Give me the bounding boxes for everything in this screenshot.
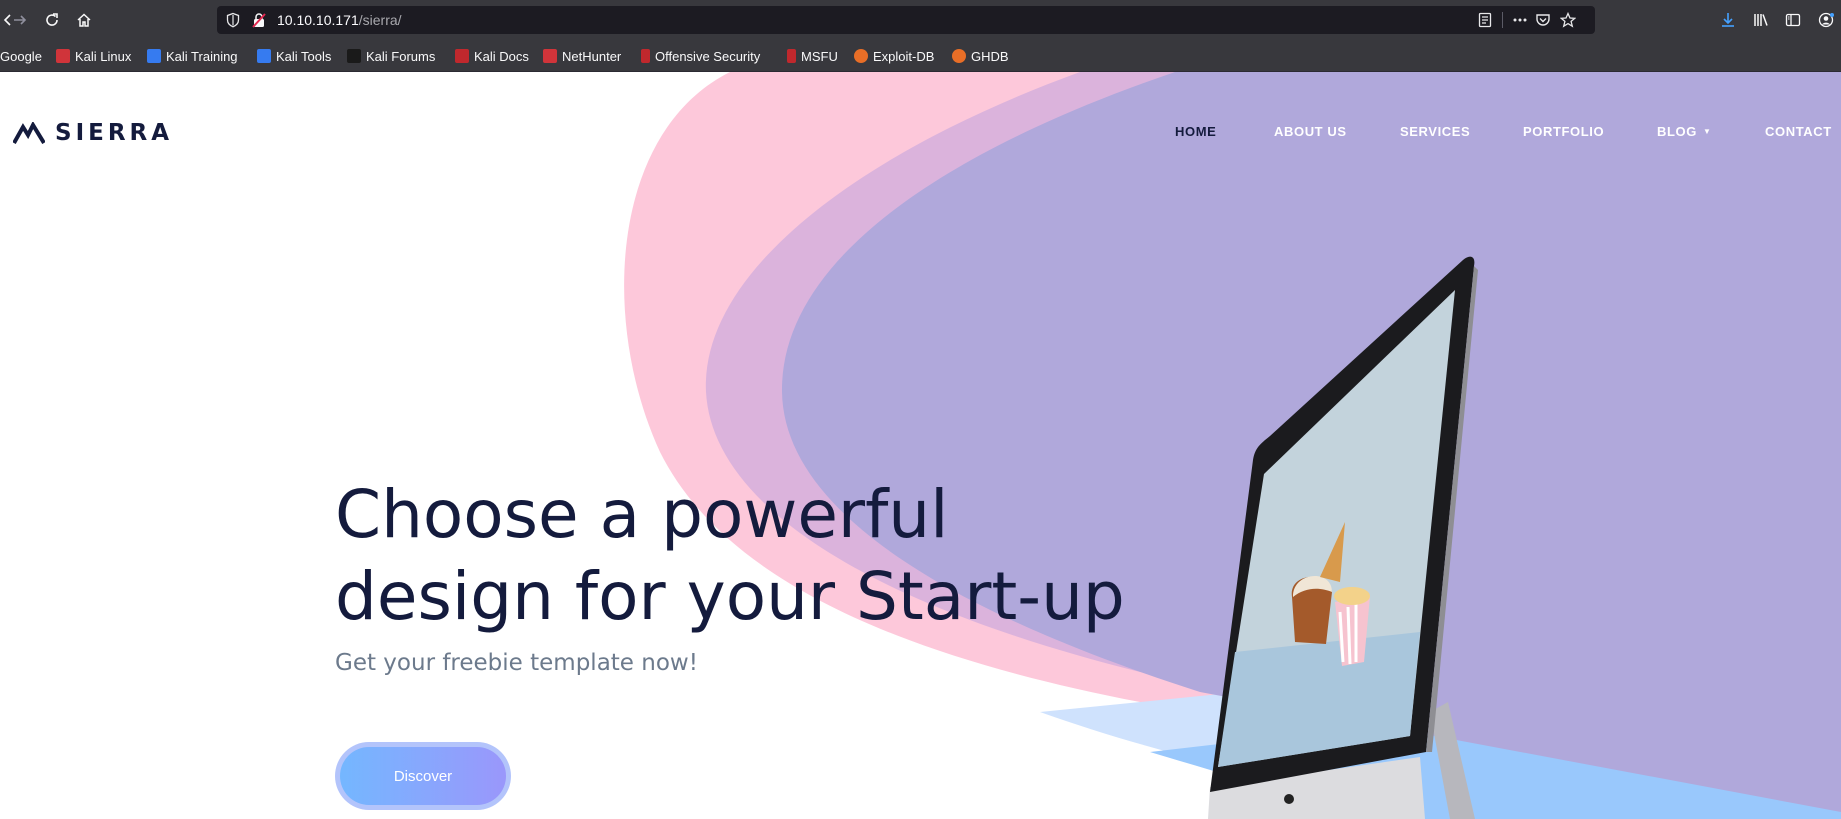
- bookmark-label: NetHunter: [562, 48, 622, 64]
- bookmark-ghdb[interactable]: GHDB: [952, 47, 1009, 65]
- caret-down-icon: ▼: [1702, 127, 1712, 136]
- bookmark-msfu[interactable]: MSFU: [787, 47, 838, 65]
- sidebar-icon[interactable]: [1785, 12, 1801, 28]
- bookmark-label: Google: [0, 48, 42, 64]
- url-text[interactable]: 10.10.10.171/sierra/: [277, 12, 402, 28]
- kali-tools-favicon-icon: [257, 49, 271, 63]
- bookmark-label: GHDB: [971, 48, 1009, 64]
- hero-background-waves: [624, 72, 1841, 819]
- bookmark-google[interactable]: Google: [0, 47, 42, 65]
- nav-portfolio[interactable]: PORTFOLIO: [1523, 124, 1604, 139]
- bookmarks-toolbar: Google Kali Linux Kali Training Kali Too…: [0, 40, 1841, 72]
- nav-blog-label: BLOG: [1657, 124, 1697, 139]
- bookmark-label: Kali Linux: [75, 48, 132, 64]
- reader-view-icon[interactable]: [1477, 12, 1493, 28]
- hero-title-line-1: Choose a powerful: [335, 476, 949, 553]
- nav-home[interactable]: HOME: [1175, 124, 1216, 139]
- nav-services[interactable]: SERVICES: [1400, 124, 1470, 139]
- discover-button-halo: Discover: [335, 742, 511, 810]
- home-icon[interactable]: [72, 8, 96, 32]
- bookmark-label: MSFU: [801, 48, 838, 64]
- bookmark-kali-training[interactable]: Kali Training: [147, 47, 238, 65]
- library-icon[interactable]: [1753, 12, 1769, 28]
- site-logo[interactable]: SIERRA: [13, 120, 173, 146]
- pocket-icon[interactable]: [1535, 12, 1551, 28]
- bookmark-label: Kali Training: [166, 48, 238, 64]
- exploit-db-favicon-icon: [854, 49, 868, 63]
- kali-docs-favicon-icon: [455, 49, 469, 63]
- bookmark-label: Kali Forums: [366, 48, 436, 64]
- discover-button[interactable]: Discover: [340, 747, 506, 805]
- download-icon[interactable]: [1720, 12, 1736, 28]
- urlbar-separator: [1502, 12, 1503, 28]
- account-icon[interactable]: [1818, 12, 1834, 28]
- logo-text: SIERRA: [55, 120, 174, 146]
- offensive-security-favicon-icon: [641, 49, 650, 63]
- kali-forums-favicon-icon: [347, 49, 361, 63]
- bookmark-kali-tools[interactable]: Kali Tools: [257, 47, 331, 65]
- bookmark-label: Offensive Security: [655, 48, 761, 64]
- bookmark-offensive-security[interactable]: Offensive Security: [641, 47, 760, 65]
- nav-about-us[interactable]: ABOUT US: [1274, 124, 1347, 139]
- mountain-logo-icon: [13, 122, 45, 144]
- forward-icon[interactable]: [8, 8, 32, 32]
- shield-icon[interactable]: [225, 12, 241, 28]
- kali-training-favicon-icon: [147, 49, 161, 63]
- nethunter-favicon-icon: [543, 49, 557, 63]
- web-page: SIERRA HOME ABOUT US SERVICES PORTFOLIO …: [0, 72, 1841, 819]
- bookmark-kali-docs[interactable]: Kali Docs: [455, 47, 529, 65]
- url-bar[interactable]: 10.10.10.171/sierra/: [217, 6, 1595, 34]
- hero-title-line-2: design for your Start-up: [335, 558, 1125, 635]
- bookmark-label: Exploit-DB: [873, 48, 935, 64]
- ghdb-favicon-icon: [952, 49, 966, 63]
- bookmark-exploit-db[interactable]: Exploit-DB: [854, 47, 934, 65]
- bookmark-nethunter[interactable]: NetHunter: [543, 47, 621, 65]
- browser-toolbar: 10.10.10.171/sierra/: [0, 0, 1841, 40]
- bookmark-star-icon[interactable]: [1560, 12, 1576, 28]
- kali-linux-favicon-icon: [56, 49, 70, 63]
- hero-title: Choose a powerful design for your Start-…: [335, 474, 1125, 638]
- page-actions-icon[interactable]: [1512, 12, 1528, 28]
- bookmark-kali-linux[interactable]: Kali Linux: [56, 47, 131, 65]
- nav-blog[interactable]: BLOG ▼: [1657, 124, 1711, 139]
- bookmark-label: Kali Tools: [276, 48, 332, 64]
- hero-subtitle: Get your freebie template now!: [335, 650, 698, 676]
- imac-mockup-image: [1208, 256, 1478, 819]
- bookmark-label: Kali Docs: [474, 48, 529, 64]
- nav-contact[interactable]: CONTACT: [1765, 124, 1832, 139]
- msfu-favicon-icon: [787, 49, 796, 63]
- bookmark-kali-forums[interactable]: Kali Forums: [347, 47, 435, 65]
- insecure-lock-icon[interactable]: [251, 12, 267, 28]
- reload-icon[interactable]: [40, 8, 64, 32]
